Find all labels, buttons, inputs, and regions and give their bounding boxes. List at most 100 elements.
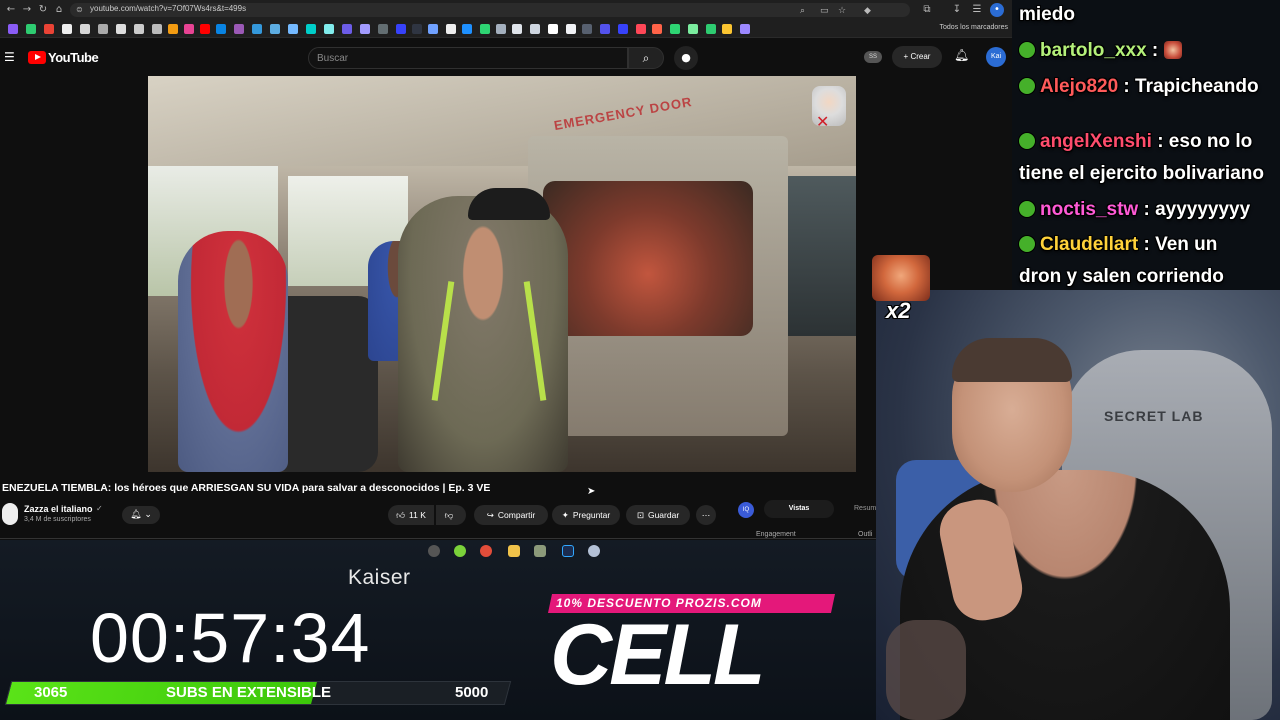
bookmark-icon[interactable]	[152, 24, 162, 34]
bookmark-icon[interactable]	[134, 24, 144, 34]
bookmark-icon[interactable]	[360, 24, 370, 34]
bookmark-icon[interactable]	[116, 24, 126, 34]
bookmark-icon[interactable]	[26, 24, 36, 34]
bookmark-icon[interactable]	[324, 24, 334, 34]
youtube-logo-icon[interactable]	[28, 51, 46, 64]
bookmark-icon[interactable]	[530, 24, 540, 34]
bookmark-icon[interactable]	[480, 24, 490, 34]
chat-badge-icon	[1019, 42, 1035, 58]
bookmark-icon[interactable]	[600, 24, 610, 34]
chat-text: : Trapicheando	[1118, 76, 1259, 97]
taskbar-app-icon[interactable]	[428, 545, 440, 557]
bookmark-icon[interactable]	[342, 24, 352, 34]
home-icon[interactable]: ⌂	[52, 3, 66, 17]
bookmark-icon[interactable]	[618, 24, 628, 34]
bookmark-icon[interactable]	[688, 24, 698, 34]
reload-icon[interactable]: ↻	[36, 3, 50, 17]
bookmark-icon[interactable]	[548, 24, 558, 34]
bookmark-icon[interactable]	[80, 24, 90, 34]
bookmark-icon[interactable]	[252, 24, 262, 34]
bookmark-icon[interactable]	[8, 24, 18, 34]
tab-summary[interactable]: Resum	[854, 505, 876, 512]
bookmark-icon[interactable]	[216, 24, 226, 34]
channel-avatar[interactable]	[2, 503, 18, 525]
site-info-icon[interactable]: ⊜	[76, 5, 83, 14]
video-title: ENEZUELA TIEMBLA: los héroes que ARRIESG…	[2, 482, 491, 494]
bookmark-icon[interactable]	[184, 24, 194, 34]
share-button[interactable]: ↪ Compartir	[474, 505, 548, 525]
tab-views[interactable]: Vistas	[764, 500, 834, 518]
chrome-icon[interactable]	[480, 545, 492, 557]
notifications-button[interactable]: 🔔︎ ⌄	[122, 506, 160, 524]
bookmark-icon[interactable]	[582, 24, 592, 34]
forward-icon[interactable]: →	[20, 3, 34, 17]
zoom-icon[interactable]: ⌕	[800, 6, 805, 16]
video-player[interactable]: EMERGENCY DOOR ✕	[148, 76, 856, 472]
downloads-icon[interactable]: ↧	[950, 3, 964, 17]
dislike-button[interactable]: 👎︎	[436, 505, 466, 525]
bookmark-icon[interactable]	[652, 24, 662, 34]
channel-name[interactable]: Zazza el italiano	[24, 504, 93, 514]
taskbar-app-icon[interactable]	[588, 545, 600, 557]
bookmark-icon[interactable]	[496, 24, 506, 34]
bookmark-icon[interactable]	[462, 24, 472, 34]
bookmark-icon[interactable]	[288, 24, 298, 34]
like-button[interactable]: 👍︎ 11 K	[388, 505, 434, 525]
bell-icon[interactable]: 🔔︎	[954, 48, 969, 62]
install-icon[interactable]: ▭	[820, 6, 829, 16]
photoshop-icon[interactable]	[562, 545, 574, 557]
bookmark-icon[interactable]	[636, 24, 646, 34]
more-actions-button[interactable]: ⋯	[696, 505, 716, 525]
bookmark-star-icon[interactable]: ☆	[838, 6, 846, 16]
bookmark-icon[interactable]	[98, 24, 108, 34]
bookmark-icon[interactable]	[722, 24, 732, 34]
youtube-wordmark[interactable]: YouTube	[48, 50, 99, 65]
chat-message: angelXenshi : eso no lo	[1019, 131, 1252, 153]
create-button[interactable]: + Crear	[892, 46, 942, 68]
taskbar-app-icon[interactable]	[454, 545, 466, 557]
search-field[interactable]: Buscar	[308, 47, 628, 69]
bookmark-icon[interactable]	[44, 24, 54, 34]
bookmark-icon[interactable]	[378, 24, 388, 34]
profile-icon[interactable]: •	[990, 3, 1004, 17]
ss-badge[interactable]: SS	[864, 51, 882, 63]
bookmark-icon[interactable]	[234, 24, 244, 34]
bookmark-icon[interactable]	[168, 24, 178, 34]
bookmark-icon[interactable]	[740, 24, 750, 34]
bookmark-icon[interactable]	[706, 24, 716, 34]
save-button[interactable]: ⊡ Guardar	[626, 505, 690, 525]
search-input[interactable]: Buscar	[317, 53, 348, 64]
sparkle-icon: ✦	[561, 511, 569, 521]
video-scene	[178, 231, 288, 472]
bookmark-icon[interactable]	[446, 24, 456, 34]
back-icon[interactable]: ←	[4, 3, 18, 17]
taskbar-app-icon[interactable]	[534, 545, 546, 557]
bookmark-icon[interactable]	[62, 24, 72, 34]
extension-logo[interactable]: IQ	[738, 502, 754, 518]
voice-search-button[interactable]: ●	[674, 46, 698, 70]
more-icon: ⋯	[701, 510, 711, 520]
hamburger-icon[interactable]: ☰	[4, 50, 15, 64]
bookmark-icon[interactable]	[412, 24, 422, 34]
ask-button[interactable]: ✦ Preguntar	[552, 505, 620, 525]
extension-icon[interactable]: ◆	[864, 6, 871, 16]
bookmark-icon[interactable]	[306, 24, 316, 34]
bookmark-icon[interactable]	[670, 24, 680, 34]
bookmark-icon[interactable]	[512, 24, 522, 34]
url-text[interactable]: youtube.com/watch?v=7Of07Ws4rs&t=499s	[90, 4, 246, 13]
chat-text: :	[1146, 40, 1164, 61]
bookmark-icon[interactable]	[270, 24, 280, 34]
address-bar[interactable]: ⊜ youtube.com/watch?v=7Of07Ws4rs&t=499s …	[70, 3, 910, 17]
tab-search-icon[interactable]: ☰	[970, 3, 984, 17]
avatar[interactable]: Kai	[986, 47, 1006, 67]
bookmark-icon[interactable]	[428, 24, 438, 34]
extensions-puzzle-icon[interactable]: ⧉	[920, 3, 934, 17]
bookmark-icon[interactable]	[200, 24, 210, 34]
taskbar	[424, 542, 608, 560]
bookmarks-folder[interactable]: Todos los marcadores	[940, 24, 1008, 31]
bookmark-icon[interactable]	[396, 24, 406, 34]
bookmark-icon[interactable]	[566, 24, 576, 34]
subs-label: SUBS EN EXTENSIBLE	[166, 684, 332, 701]
search-button[interactable]: ⌕	[628, 47, 664, 69]
folder-icon[interactable]	[508, 545, 520, 557]
